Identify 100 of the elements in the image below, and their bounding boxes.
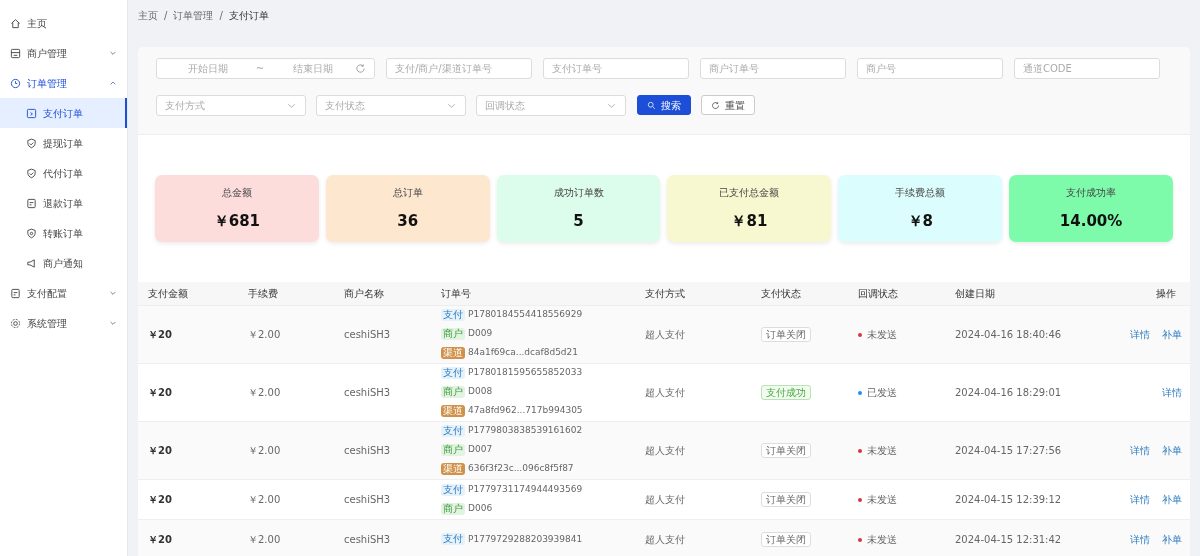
action-link[interactable]: 补单 xyxy=(1162,328,1182,340)
clock-icon xyxy=(10,77,21,89)
payment-method: 超人支付 xyxy=(645,493,685,505)
sidebar-item[interactable]: 支付配置 xyxy=(0,278,127,308)
fee-text: ￥2.00 xyxy=(248,493,281,505)
action-link[interactable]: 详情 xyxy=(1130,328,1150,340)
breadcrumb-separator: / xyxy=(164,9,168,23)
input-field[interactable]: 商户订单号 xyxy=(700,58,846,79)
calendar-icon xyxy=(26,107,37,119)
order-number: P1779731174944493569 xyxy=(468,482,583,496)
callback-status: 已发送 xyxy=(867,386,897,398)
shield-icon xyxy=(26,137,37,149)
shield-icon xyxy=(26,167,37,179)
amount-text: ￥20 xyxy=(148,328,172,340)
input-field[interactable]: 商户号 xyxy=(857,58,1003,79)
order-number: D009 xyxy=(468,327,493,341)
order-number: 84a1f69ca...dcaf8d5d21 xyxy=(468,346,579,360)
action-link[interactable]: 补单 xyxy=(1162,533,1182,545)
stat-value: ￥681 xyxy=(213,210,261,232)
order-number: D006 xyxy=(468,501,493,515)
payment-method: 超人支付 xyxy=(645,533,685,545)
column-header: 回调状态 xyxy=(848,282,945,305)
callback-status: 未发送 xyxy=(867,533,897,545)
megaphone-icon xyxy=(26,257,37,269)
order-tag: 支付 xyxy=(441,367,465,379)
input-field[interactable]: 支付/商户/渠道订单号 xyxy=(386,58,532,79)
order-number: P1780184554418556929 xyxy=(468,308,583,322)
stat-value: ￥8 xyxy=(907,210,933,232)
document-icon xyxy=(26,197,37,209)
status-tag: 支付成功 xyxy=(761,384,811,400)
stat-label: 支付成功率 xyxy=(1066,185,1117,200)
column-header: 支付方式 xyxy=(635,282,751,305)
fee-text: ￥2.00 xyxy=(248,328,281,340)
sidebar-item[interactable]: 订单管理 xyxy=(0,68,127,98)
order-number: D007 xyxy=(468,443,493,457)
sidebar-item[interactable]: 商户管理 xyxy=(0,38,127,68)
stat-value: 5 xyxy=(573,210,584,232)
breadcrumb-item[interactable]: 主页 xyxy=(138,8,158,23)
action-link[interactable]: 详情 xyxy=(1130,533,1150,545)
sidebar-item[interactable]: 支付订单 xyxy=(0,98,127,128)
refresh-icon xyxy=(355,63,366,74)
stat-label: 总订单 xyxy=(392,185,423,200)
action-link[interactable]: 详情 xyxy=(1130,493,1150,505)
input-field[interactable]: 支付订单号 xyxy=(543,58,689,79)
order-number: P1780181595655852033 xyxy=(468,366,583,380)
sidebar-item[interactable]: 商户通知 xyxy=(0,248,127,278)
stat-label: 已支付总金额 xyxy=(719,185,780,200)
action-link[interactable]: 详情 xyxy=(1162,386,1182,398)
column-header: 手续费 xyxy=(238,282,334,305)
stat-label: 成功订单数 xyxy=(553,185,604,200)
search-button[interactable]: 搜索 xyxy=(637,95,691,115)
action-link[interactable]: 补单 xyxy=(1162,493,1182,505)
order-number: D008 xyxy=(468,385,493,399)
stat-label: 手续费总额 xyxy=(895,185,946,200)
column-header: 支付金额 xyxy=(138,282,238,305)
input-field[interactable]: 通道CODE xyxy=(1014,58,1160,79)
merchant-name: ceshiSH3 xyxy=(344,533,391,545)
sidebar-item[interactable]: 退款订单 xyxy=(0,188,127,218)
sidebar-item[interactable]: 主页 xyxy=(0,8,127,38)
action-link[interactable]: 补单 xyxy=(1162,444,1182,456)
amount-text: ￥20 xyxy=(148,444,172,456)
created-date: 2024-04-15 12:39:12 xyxy=(955,493,1062,505)
order-tag: 支付 xyxy=(441,533,465,546)
created-date: 2024-04-16 18:40:46 xyxy=(955,328,1062,340)
sidebar-item[interactable]: 提现订单 xyxy=(0,128,127,158)
order-tag: 支付 xyxy=(441,483,465,496)
order-number: P1779729288203939841 xyxy=(468,532,583,546)
column-header: 订单号 xyxy=(431,282,635,305)
order-tag: 商户 xyxy=(441,386,465,398)
order-number: 636f3f23c...096c8f5f87 xyxy=(468,462,574,476)
status-tag: 订单关闭 xyxy=(761,326,811,342)
breadcrumb-separator: / xyxy=(219,9,223,23)
callback-status: 未发送 xyxy=(867,444,897,456)
fee-text: ￥2.00 xyxy=(248,444,281,456)
created-date: 2024-04-16 18:29:01 xyxy=(955,386,1062,398)
gear-icon xyxy=(10,317,21,329)
merchant-name: ceshiSH3 xyxy=(344,328,391,340)
fee-text: ￥2.00 xyxy=(248,533,281,545)
stat-value: 36 xyxy=(397,210,419,232)
column-header: 创建日期 xyxy=(945,282,1095,305)
order-number: P1779803838539161602 xyxy=(468,424,583,438)
callback-status: 未发送 xyxy=(867,493,897,505)
amount-text: ￥20 xyxy=(148,533,172,545)
order-tag: 支付 xyxy=(441,425,465,437)
stat-value: 14.00% xyxy=(1059,210,1123,232)
order-tag: 支付 xyxy=(441,309,465,321)
sidebar-item[interactable]: 转账订单 xyxy=(0,218,127,248)
order-tag: 商户 xyxy=(441,444,465,456)
column-header: 操作 xyxy=(1095,282,1190,305)
sidebar-item[interactable]: 代付订单 xyxy=(0,158,127,188)
breadcrumb-item[interactable]: 订单管理 xyxy=(173,8,214,23)
fee-text: ￥2.00 xyxy=(248,386,281,398)
amount-text: ￥20 xyxy=(148,493,172,505)
order-number: 47a8fd962...717b994305 xyxy=(468,404,583,418)
merchant-name: ceshiSH3 xyxy=(344,444,391,456)
merchant-name: ceshiSH3 xyxy=(344,493,391,505)
reset-button[interactable]: 重置 xyxy=(701,95,755,115)
sidebar-item[interactable]: 系统管理 xyxy=(0,308,127,338)
action-link[interactable]: 详情 xyxy=(1130,444,1150,456)
order-tag: 渠道 xyxy=(441,405,465,417)
